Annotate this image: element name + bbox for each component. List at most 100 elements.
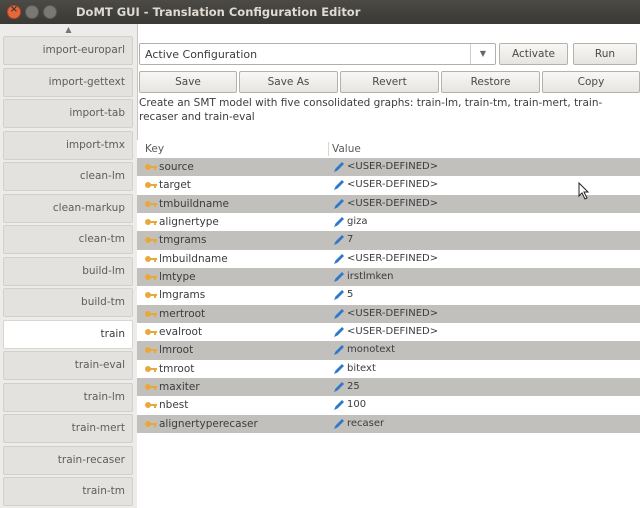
sidebar-item-train-eval[interactable]: train-eval [3, 351, 133, 380]
key-icon [145, 347, 157, 354]
row-key: tmroot [159, 362, 195, 375]
table-row[interactable]: lmtype irstlmken [137, 267, 640, 287]
edit-pencil-icon[interactable] [333, 399, 345, 411]
column-header-key[interactable]: Key [145, 143, 164, 155]
sidebar-item-import-tab[interactable]: import-tab [3, 99, 133, 128]
configuration-select-value: Active Configuration [145, 48, 258, 61]
row-key: lmroot [159, 344, 194, 357]
table-row[interactable]: tmgrams 7 [137, 231, 640, 250]
chevron-down-icon[interactable]: ▼ [470, 44, 495, 64]
sidebar-item-import-tmx[interactable]: import-tmx [3, 130, 133, 160]
key-icon [145, 402, 157, 409]
revert-button[interactable]: Revert [340, 71, 439, 93]
edit-pencil-icon[interactable] [333, 216, 345, 228]
column-divider[interactable] [328, 142, 329, 156]
sidebar-item-train-tm[interactable]: train-tm [3, 477, 133, 506]
edit-pencil-icon[interactable] [333, 271, 345, 283]
row-value[interactable]: 5 [347, 289, 353, 300]
table-row[interactable]: mertroot <USER-DEFINED> [137, 304, 640, 323]
sidebar-item-import-gettext[interactable]: import-gettext [3, 67, 133, 97]
sidebar-item-clean-lm[interactable]: clean-lm [3, 162, 133, 191]
key-icon [145, 273, 157, 280]
key-icon [145, 218, 157, 225]
sidebar-item-clean-markup[interactable]: clean-markup [3, 193, 133, 223]
table-row[interactable]: evalroot <USER-DEFINED> [137, 323, 640, 341]
table-row[interactable]: tmbuildname <USER-DEFINED> [137, 194, 640, 213]
table-row[interactable]: lmgrams 5 [137, 286, 640, 304]
table-row[interactable]: nbest 100 [137, 396, 640, 414]
edit-pencil-icon[interactable] [333, 363, 345, 375]
row-value[interactable]: <USER-DEFINED> [347, 253, 438, 264]
edit-pencil-icon[interactable] [333, 198, 345, 210]
row-key: mertroot [159, 307, 206, 320]
edit-pencil-icon[interactable] [333, 381, 345, 393]
edit-pencil-icon[interactable] [333, 418, 345, 430]
row-value[interactable]: giza [347, 216, 368, 227]
maximize-window-button[interactable] [43, 5, 57, 19]
table-header: Key Value [137, 140, 640, 158]
row-value[interactable]: <USER-DEFINED> [347, 326, 438, 337]
sidebar-item-build-tm[interactable]: build-tm [3, 288, 133, 317]
edit-pencil-icon[interactable] [333, 326, 345, 338]
row-value[interactable]: 25 [347, 381, 360, 392]
row-value[interactable]: 100 [347, 399, 366, 410]
mouse-cursor-icon [578, 182, 590, 200]
table-row[interactable]: target <USER-DEFINED> [137, 176, 640, 194]
edit-pencil-icon[interactable] [333, 179, 345, 191]
edit-pencil-icon[interactable] [333, 234, 345, 246]
sidebar: ▲ import-europarl import-gettext import-ta… [0, 24, 138, 508]
title-bar: × DoMT GUI - Translation Configuration E… [0, 0, 640, 24]
row-key: maxiter [159, 380, 200, 393]
row-value[interactable]: <USER-DEFINED> [347, 198, 438, 209]
edit-pencil-icon[interactable] [333, 289, 345, 301]
table-row[interactable]: tmroot bitext [137, 360, 640, 378]
row-key: tmgrams [159, 234, 207, 247]
table-row[interactable]: lmroot monotext [137, 341, 640, 360]
minimize-window-button[interactable] [25, 5, 39, 19]
close-window-button[interactable]: × [7, 4, 21, 19]
sidebar-item-train-mert[interactable]: train-mert [3, 414, 133, 443]
row-value[interactable]: <USER-DEFINED> [347, 179, 438, 190]
restore-button[interactable]: Restore [441, 71, 540, 93]
key-icon [145, 237, 157, 244]
row-key: lmbuildname [159, 252, 228, 265]
key-icon [145, 420, 157, 427]
configuration-select[interactable]: Active Configuration ▼ [139, 43, 496, 65]
row-key: nbest [159, 399, 189, 412]
sidebar-item-build-lm[interactable]: build-lm [3, 256, 133, 286]
sidebar-scroll-up-icon[interactable]: ▲ [0, 24, 137, 36]
sidebar-item-train[interactable]: train [3, 319, 133, 349]
row-value[interactable]: monotext [347, 344, 395, 355]
row-key: alignertype [159, 215, 219, 228]
row-key: target [159, 179, 191, 192]
save-button[interactable]: Save [139, 71, 237, 93]
row-value[interactable]: bitext [347, 363, 376, 374]
table-row[interactable]: source <USER-DEFINED> [137, 158, 640, 177]
sidebar-item-train-lm[interactable]: train-lm [3, 382, 133, 412]
row-value[interactable]: irstlmken [347, 271, 393, 282]
window-title: DoMT GUI - Translation Configuration Edi… [76, 5, 361, 19]
table-row[interactable]: lmbuildname <USER-DEFINED> [137, 250, 640, 268]
edit-pencil-icon[interactable] [333, 161, 345, 173]
edit-pencil-icon[interactable] [333, 253, 345, 265]
row-key: lmtype [159, 270, 196, 283]
copy-button[interactable]: Copy [542, 71, 640, 93]
sidebar-item-import-europarl[interactable]: import-europarl [3, 36, 133, 65]
save-as-button[interactable]: Save As [239, 71, 338, 93]
row-key: tmbuildname [159, 197, 229, 210]
edit-pencil-icon[interactable] [333, 344, 345, 356]
table-row[interactable]: maxiter 25 [137, 377, 640, 397]
key-icon [145, 292, 157, 299]
row-value[interactable]: <USER-DEFINED> [347, 308, 438, 319]
row-value[interactable]: 7 [347, 234, 353, 245]
table-row[interactable]: alignertyperecaser recaser [137, 414, 640, 433]
column-header-value[interactable]: Value [332, 143, 361, 155]
edit-pencil-icon[interactable] [333, 308, 345, 320]
sidebar-item-clean-tm[interactable]: clean-tm [3, 225, 133, 254]
row-value[interactable]: recaser [347, 418, 384, 429]
sidebar-item-train-recaser[interactable]: train-recaser [3, 445, 133, 475]
row-value[interactable]: <USER-DEFINED> [347, 161, 438, 172]
run-button[interactable]: Run [573, 43, 637, 65]
table-row[interactable]: alignertype giza [137, 213, 640, 231]
activate-button[interactable]: Activate [499, 43, 568, 65]
